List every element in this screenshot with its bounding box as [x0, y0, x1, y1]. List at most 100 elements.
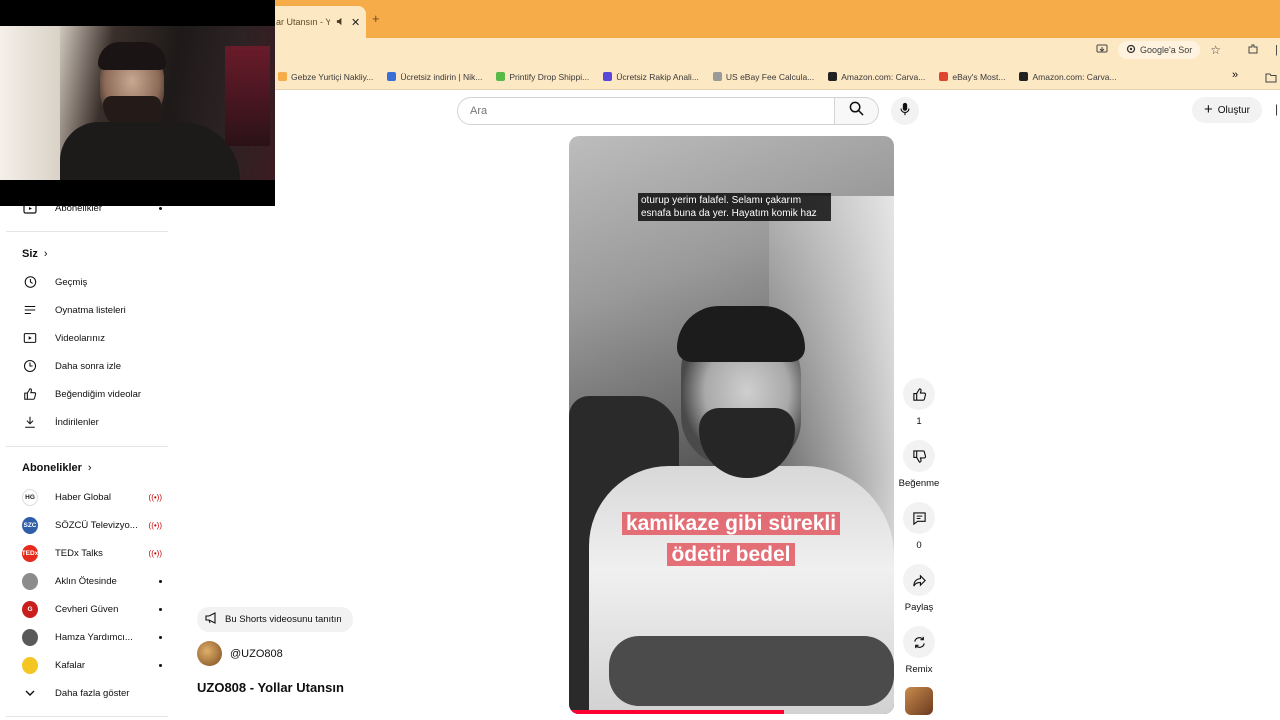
chevron-down-icon: [22, 685, 38, 701]
new-content-dot: [159, 607, 162, 611]
create-label: Oluştur: [1217, 104, 1250, 116]
video-progress-bar[interactable]: [569, 710, 784, 714]
dislike-button[interactable]: Beğenme: [899, 440, 939, 489]
notifications-icon[interactable]: |: [1275, 102, 1278, 116]
video-caption-overlay: kamikaze gibi sürekli ödetir bedel: [593, 508, 869, 570]
bookmark-star-icon[interactable]: ☆: [1210, 43, 1221, 57]
sound-thumbnail[interactable]: [905, 687, 933, 715]
bookmark-favicon-icon: [939, 72, 949, 81]
subscription-item[interactable]: SZC SÖZCÜ Televizyo... ((•)): [22, 514, 162, 536]
sidebar-item-your-videos[interactable]: Videolarınız: [22, 327, 162, 349]
sidebar-item-label: Videolarınız: [55, 332, 105, 344]
like-button[interactable]: 1: [902, 378, 936, 427]
like-count: 1: [916, 416, 922, 427]
subscription-channel-name: Kafalar: [55, 659, 86, 671]
bookmark-label: Ücretsiz Rakip Anali...: [616, 71, 699, 82]
subscriptions-section-title: Abonelikler: [22, 462, 82, 474]
profile-icon[interactable]: |: [1275, 44, 1278, 56]
search-input[interactable]: Ara: [457, 97, 835, 125]
sidebar-item-history[interactable]: Geçmiş: [22, 271, 162, 293]
google-ask-chip[interactable]: Google'a Sor: [1118, 41, 1201, 59]
share-button[interactable]: Paylaş: [902, 564, 936, 613]
channel-link[interactable]: @UZO808: [197, 641, 283, 666]
webcam-feed-image: [0, 26, 275, 180]
subscription-item[interactable]: Kafalar: [22, 654, 162, 676]
live-broadcast-icon: ((•)): [148, 492, 162, 502]
subscription-item[interactable]: G Cevheri Güven: [22, 598, 162, 620]
sidebar-item-liked-videos[interactable]: Beğendiğim videolar: [22, 383, 162, 405]
bookmark-item[interactable]: Amazon.com: Carva...: [1019, 72, 1117, 82]
promote-short-button[interactable]: Bu Shorts videosunu tanıtın: [197, 607, 353, 632]
remix-label: Remix: [905, 664, 933, 675]
extensions-icon[interactable]: [1247, 43, 1259, 57]
subscription-item[interactable]: HG Haber Global ((•)): [22, 486, 162, 508]
shorts-video-player[interactable]: oturup yerim falafel. Selamı çakarım esn…: [569, 136, 894, 714]
chevron-right-icon: ›: [43, 248, 48, 260]
channel-handle[interactable]: @UZO808: [230, 648, 283, 660]
bookmark-item[interactable]: Printify Drop Shippi...: [496, 72, 589, 82]
bookmark-item[interactable]: eBay's Most...: [939, 72, 1005, 82]
subscription-channel-name: Cevheri Güven: [55, 603, 119, 615]
caption-line-1: kamikaze gibi sürekli: [621, 512, 841, 535]
bookmark-item[interactable]: Ücretsiz Rakip Anali...: [603, 72, 699, 82]
liked-videos-icon: [22, 386, 38, 402]
channel-avatar: [22, 656, 38, 674]
channel-avatar: [22, 628, 38, 646]
tab-title: ar Utansın - Y: [276, 17, 330, 27]
chevron-right-icon: ›: [87, 462, 92, 474]
comment-count: 0: [916, 540, 922, 551]
sidebar-item-playlist[interactable]: Oynatma listeleri: [22, 299, 162, 321]
channel-avatar: TEDx: [21, 544, 39, 562]
download-icon: [22, 414, 38, 430]
webcam-overlay: [0, 0, 275, 206]
channel-avatar: SZC: [22, 516, 38, 534]
subscription-channel-name: Haber Global: [55, 491, 111, 503]
subscription-channel-name: Aklın Ötesinde: [55, 575, 117, 587]
live-broadcast-icon: ((•)): [148, 548, 162, 558]
active-browser-tab[interactable]: ar Utansın - Y ✕: [262, 6, 366, 38]
sidebar-item-label: İndirilenler: [55, 416, 99, 428]
create-button[interactable]: + Oluştur: [1192, 97, 1262, 123]
bookmark-item[interactable]: US eBay Fee Calcula...: [712, 72, 814, 82]
bookmark-favicon-icon: [387, 72, 397, 81]
search-placeholder: Ara: [470, 105, 488, 117]
remix-button[interactable]: Remix: [902, 626, 936, 675]
history-icon: [22, 274, 38, 290]
bookmark-item[interactable]: Ücretsiz indirin | Nik...: [387, 72, 482, 82]
sidebar-item-label: Beğendiğim videolar: [55, 388, 142, 400]
install-app-icon[interactable]: [1096, 43, 1108, 57]
megaphone-icon: [205, 612, 219, 627]
promote-label: Bu Shorts videosunu tanıtın: [225, 614, 342, 625]
sidebar-item-watch-later[interactable]: Daha sonra izle: [22, 355, 162, 377]
show-more-button[interactable]: Daha fazla göster: [22, 682, 162, 704]
subscription-channel-name: TEDx Talks: [55, 547, 103, 559]
you-section-header[interactable]: Siz ›: [22, 248, 48, 260]
subscription-channel-name: SÖZCÜ Televizyo...: [55, 519, 138, 531]
comments-button[interactable]: 0: [902, 502, 936, 551]
subscription-item[interactable]: Aklın Ötesinde: [22, 570, 162, 592]
search-button[interactable]: [835, 97, 879, 125]
bookmarks-overflow-icon[interactable]: »: [1232, 69, 1238, 81]
bookmarks-folder-icon[interactable]: [1265, 70, 1277, 88]
new-tab-button[interactable]: +: [372, 11, 380, 26]
close-tab-icon[interactable]: ✕: [351, 16, 360, 29]
divider: [6, 446, 168, 447]
subscription-item[interactable]: Hamza Yardımcı...: [22, 626, 162, 648]
subscriptions-section-header[interactable]: Abonelikler ›: [22, 462, 92, 474]
bookmark-label: Printify Drop Shippi...: [509, 71, 590, 82]
watch-later-icon: [22, 358, 38, 374]
channel-avatar[interactable]: [197, 641, 222, 666]
bookmark-item[interactable]: Gebze Yurtiçi Nakliy...: [278, 72, 373, 82]
caption-line-2: ödetir bedel: [667, 543, 795, 566]
speaker-icon[interactable]: [336, 17, 345, 28]
thumbs-down-icon: [903, 440, 935, 472]
new-content-dot: [159, 635, 162, 639]
sidebar-item-download[interactable]: İndirilenler: [22, 411, 162, 433]
voice-search-button[interactable]: [891, 97, 919, 125]
bookmark-item[interactable]: Amazon.com: Carva...: [828, 72, 925, 82]
share-label: Paylaş: [904, 602, 934, 613]
your-videos-icon: [22, 330, 38, 346]
bookmark-favicon-icon: [828, 72, 838, 81]
share-icon: [903, 564, 935, 596]
subscription-item[interactable]: TEDx TEDx Talks ((•)): [21, 542, 162, 564]
